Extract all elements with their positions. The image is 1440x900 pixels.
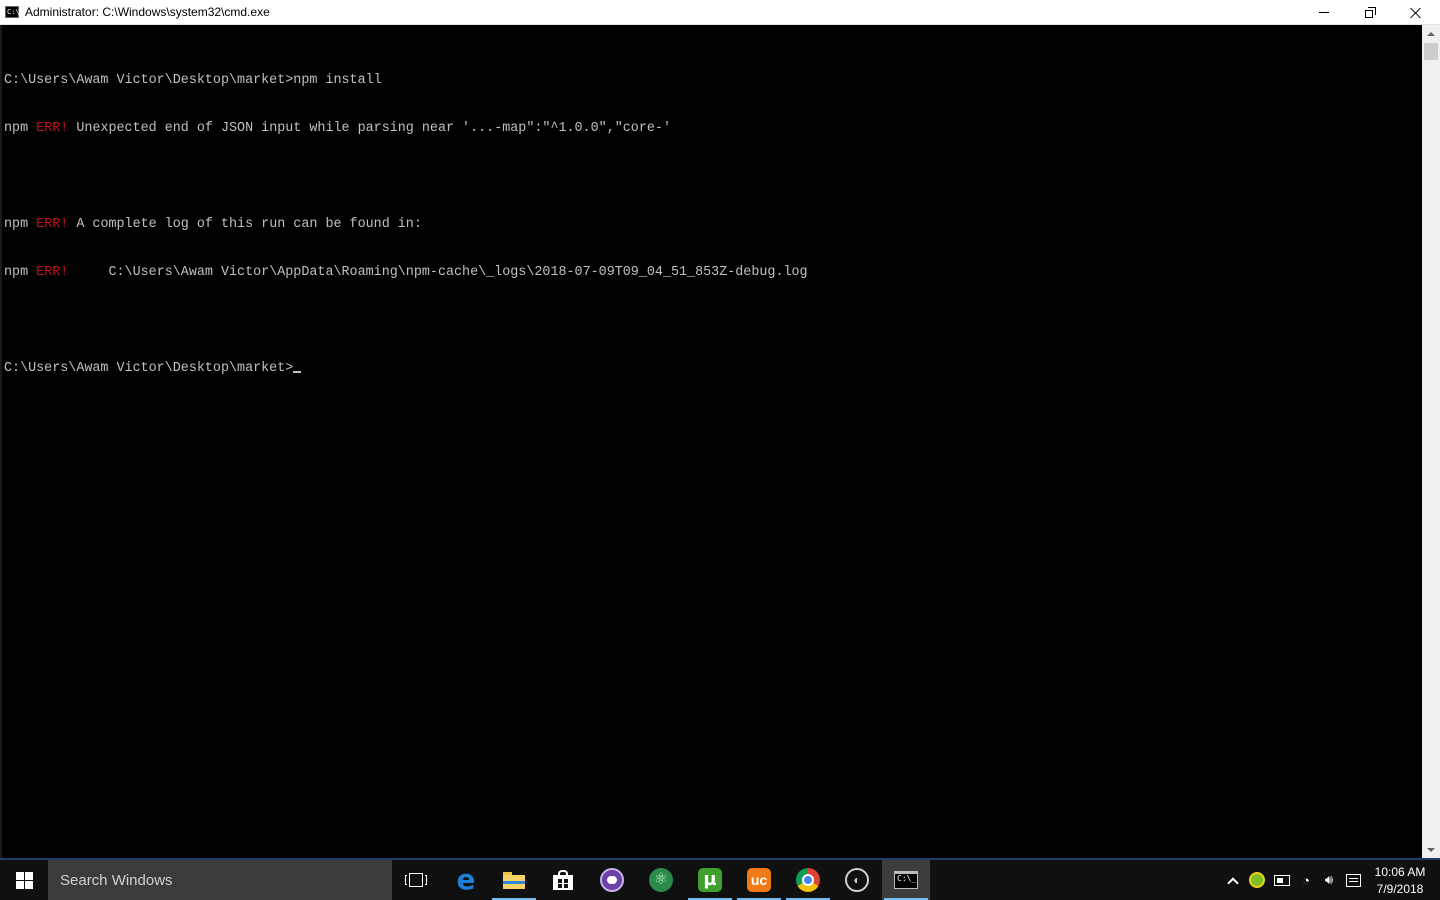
cmd-taskbar-button[interactable]: C:\_ (882, 860, 930, 900)
action-center-button[interactable] (1344, 871, 1362, 889)
obs-button[interactable]: ◐ (833, 860, 881, 900)
purple-app-button[interactable] (588, 860, 636, 900)
store-icon (553, 870, 573, 890)
uc-browser-button[interactable]: uc (735, 860, 783, 900)
arrow-down-icon (1427, 847, 1435, 852)
atom-icon: ⚛ (649, 868, 673, 892)
console-area[interactable]: C:\Users\Awam Victor\Desktop\market> npm … (0, 25, 1422, 858)
console-output: C:\Users\Awam Victor\Desktop\market> npm … (4, 41, 808, 409)
window-title-bar[interactable]: C:\ Administrator: C:\Windows\system32\c… (0, 0, 1440, 25)
console-line: C:\Users\Awam Victor\Desktop\market>npm … (4, 73, 808, 89)
console-line: npm ERR! C:\Users\Awam Victor\AppData\Ro… (4, 265, 808, 281)
clock-time: 10:06 AM (1374, 865, 1426, 879)
store-button[interactable] (539, 860, 587, 900)
utorrent-icon: µ (698, 868, 722, 892)
error-tag: ERR! (36, 217, 69, 232)
line-message: A complete log of this run can be found … (68, 217, 422, 232)
windows-logo-icon (15, 871, 33, 889)
line-prefix: npm (4, 217, 37, 232)
chevron-up-icon (1227, 876, 1239, 889)
purple-app-icon (600, 868, 624, 892)
battery-button[interactable] (1273, 871, 1291, 889)
console-line: npm ERR! Unexpected end of JSON input wh… (4, 121, 808, 137)
atom-button[interactable]: ⚛ (637, 860, 685, 900)
cmd-app-icon: C:\ (5, 6, 20, 18)
task-view-icon (405, 872, 427, 888)
file-explorer-button[interactable] (490, 860, 538, 900)
minimize-icon (1319, 12, 1329, 13)
error-tag: ERR! (36, 265, 69, 280)
chrome-icon (796, 868, 820, 892)
line-prefix: npm (4, 265, 37, 280)
prompt-text: C:\Users\Awam Victor\Desktop\market> (4, 361, 294, 376)
uc-browser-icon: uc (747, 868, 771, 892)
volume-button[interactable]: 🔊︎ (1320, 871, 1338, 889)
line-message: C:\Users\Awam Victor\AppData\Roaming\npm… (68, 265, 808, 280)
console-line: npm ERR! A complete log of this run can … (4, 217, 808, 233)
wifi-icon: ◔ (1302, 872, 1310, 888)
task-view-button[interactable] (392, 860, 440, 900)
restore-button[interactable] (1347, 0, 1393, 25)
console-prompt-line[interactable]: C:\Users\Awam Victor\Desktop\market> (4, 361, 808, 377)
line-text: C:\Users\Awam Victor\Desktop\market>npm … (4, 73, 382, 88)
close-icon (1410, 7, 1422, 19)
green-tray-app-icon (1249, 872, 1265, 888)
window-title: Administrator: C:\Windows\system32\cmd.e… (25, 5, 270, 19)
line-message: Unexpected end of JSON input while parsi… (68, 121, 671, 136)
cmd-app-icon-text: C:\ (7, 8, 20, 16)
clock[interactable]: 10:06 AM 7/9/2018 (1366, 864, 1434, 898)
scroll-up-button[interactable] (1422, 25, 1440, 42)
tray-app-button[interactable] (1248, 871, 1266, 889)
scroll-thumb[interactable] (1424, 43, 1438, 60)
close-button[interactable] (1393, 0, 1439, 25)
action-center-icon (1345, 873, 1361, 887)
line-prefix: npm (4, 121, 37, 136)
arrow-up-icon (1427, 31, 1435, 36)
chrome-button[interactable] (784, 860, 832, 900)
cmd-icon: C:\_ (894, 871, 918, 889)
network-button[interactable]: ◔ (1297, 871, 1315, 889)
minimize-button[interactable] (1301, 0, 1347, 25)
show-hidden-icons-button[interactable] (1226, 871, 1240, 889)
clock-date: 7/9/2018 (1376, 882, 1424, 896)
scroll-down-button[interactable] (1422, 841, 1440, 858)
text-cursor (293, 371, 302, 373)
edge-button[interactable]: e (442, 860, 490, 900)
edge-icon: e (456, 863, 476, 896)
restore-icon (1364, 7, 1376, 18)
battery-icon (1274, 874, 1290, 886)
search-box[interactable]: Search Windows (48, 860, 392, 900)
volume-icon: 🔊︎ (1324, 872, 1334, 887)
error-tag: ERR! (36, 121, 69, 136)
start-button[interactable] (0, 860, 48, 900)
search-placeholder: Search Windows (60, 872, 173, 889)
vertical-scrollbar[interactable] (1422, 25, 1440, 858)
obs-icon: ◐ (845, 868, 869, 892)
utorrent-button[interactable]: µ (686, 860, 734, 900)
file-explorer-icon (503, 871, 525, 889)
taskbar: Search Windows e ⚛ µ uc ◐ C:\_ ◔ 🔊︎ 10:0… (0, 858, 1440, 900)
